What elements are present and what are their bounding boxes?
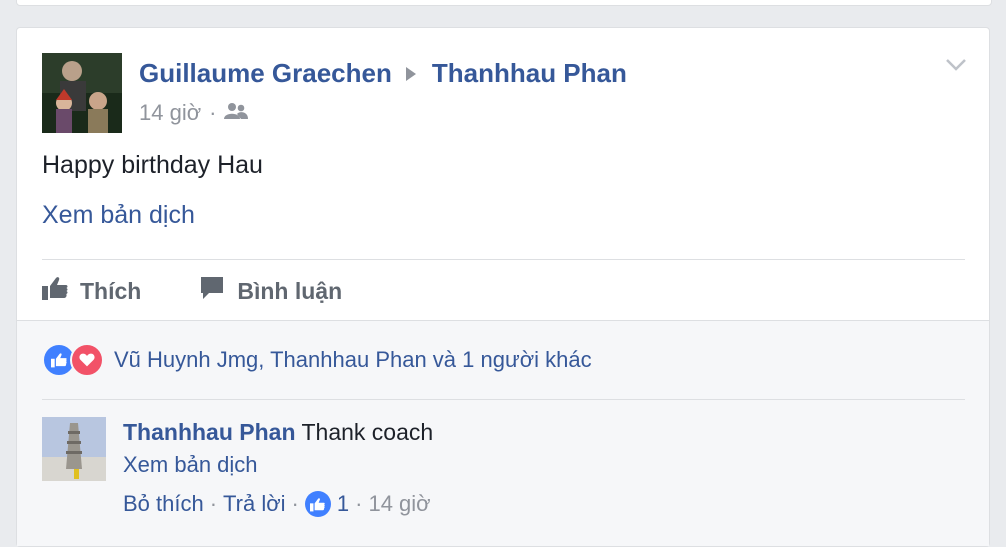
post-text: Happy birthday Hau	[42, 151, 263, 179]
reply-link[interactable]: Trả lời	[223, 491, 286, 517]
post-meta: 14 giờ ·	[139, 100, 249, 126]
post-actions: Thích Bình luận	[42, 275, 342, 307]
separator-dot: ·	[209, 100, 217, 125]
comment-text: Thank coach	[301, 419, 434, 445]
previous-post-card	[16, 0, 992, 6]
target-name-link[interactable]: Thanhhau Phan	[432, 58, 627, 88]
reactions-row[interactable]: Vũ Huynh Jmg, Thanhhau Phan và 1 người k…	[42, 343, 592, 377]
separator-dot: ·	[291, 491, 299, 516]
like-icon[interactable]	[304, 491, 331, 517]
comment-button[interactable]: Bình luận	[199, 275, 342, 307]
thumbs-up-icon	[42, 276, 80, 306]
separator-dot: ·	[209, 491, 218, 516]
like-button[interactable]: Thích	[42, 276, 141, 306]
comment-text-row: Thanhhau Phan Thank coach	[123, 419, 433, 446]
chevron-down-icon[interactable]	[945, 58, 967, 77]
author-avatar[interactable]	[42, 53, 122, 133]
post-card: Guillaume Graechen Thanhhau Phan 14 giờ ·…	[16, 27, 990, 547]
unlike-link[interactable]: Bỏ thích	[123, 491, 204, 517]
like-button-label: Thích	[80, 277, 142, 304]
divider	[42, 399, 965, 400]
commenter-avatar[interactable]	[42, 417, 106, 481]
comment-like-count[interactable]: 1	[337, 491, 349, 517]
comment-see-translation-link[interactable]: Xem bản dịch	[123, 452, 258, 478]
reactions-summary[interactable]: Vũ Huynh Jmg, Thanhhau Phan và 1 người k…	[114, 347, 592, 373]
friends-icon[interactable]	[224, 100, 249, 126]
divider	[42, 259, 965, 260]
post-timestamp[interactable]: 14 giờ	[139, 100, 201, 126]
comment-timestamp[interactable]: 14 giờ	[368, 491, 430, 517]
love-icon	[70, 343, 104, 377]
comment-footer: Bỏ thích · Trả lời · 1 · 14 giờ	[123, 491, 431, 517]
feedback-section: Vũ Huynh Jmg, Thanhhau Phan và 1 người k…	[17, 320, 989, 546]
comment-author-link[interactable]: Thanhhau Phan	[123, 419, 296, 445]
comment-button-label: Bình luận	[237, 277, 343, 304]
arrow-right-icon	[405, 66, 416, 81]
comment-bubble-icon	[199, 275, 237, 307]
see-translation-link[interactable]: Xem bản dịch	[42, 201, 195, 230]
author-name-link[interactable]: Guillaume Graechen	[139, 58, 392, 88]
separator-dot: ·	[355, 491, 363, 516]
